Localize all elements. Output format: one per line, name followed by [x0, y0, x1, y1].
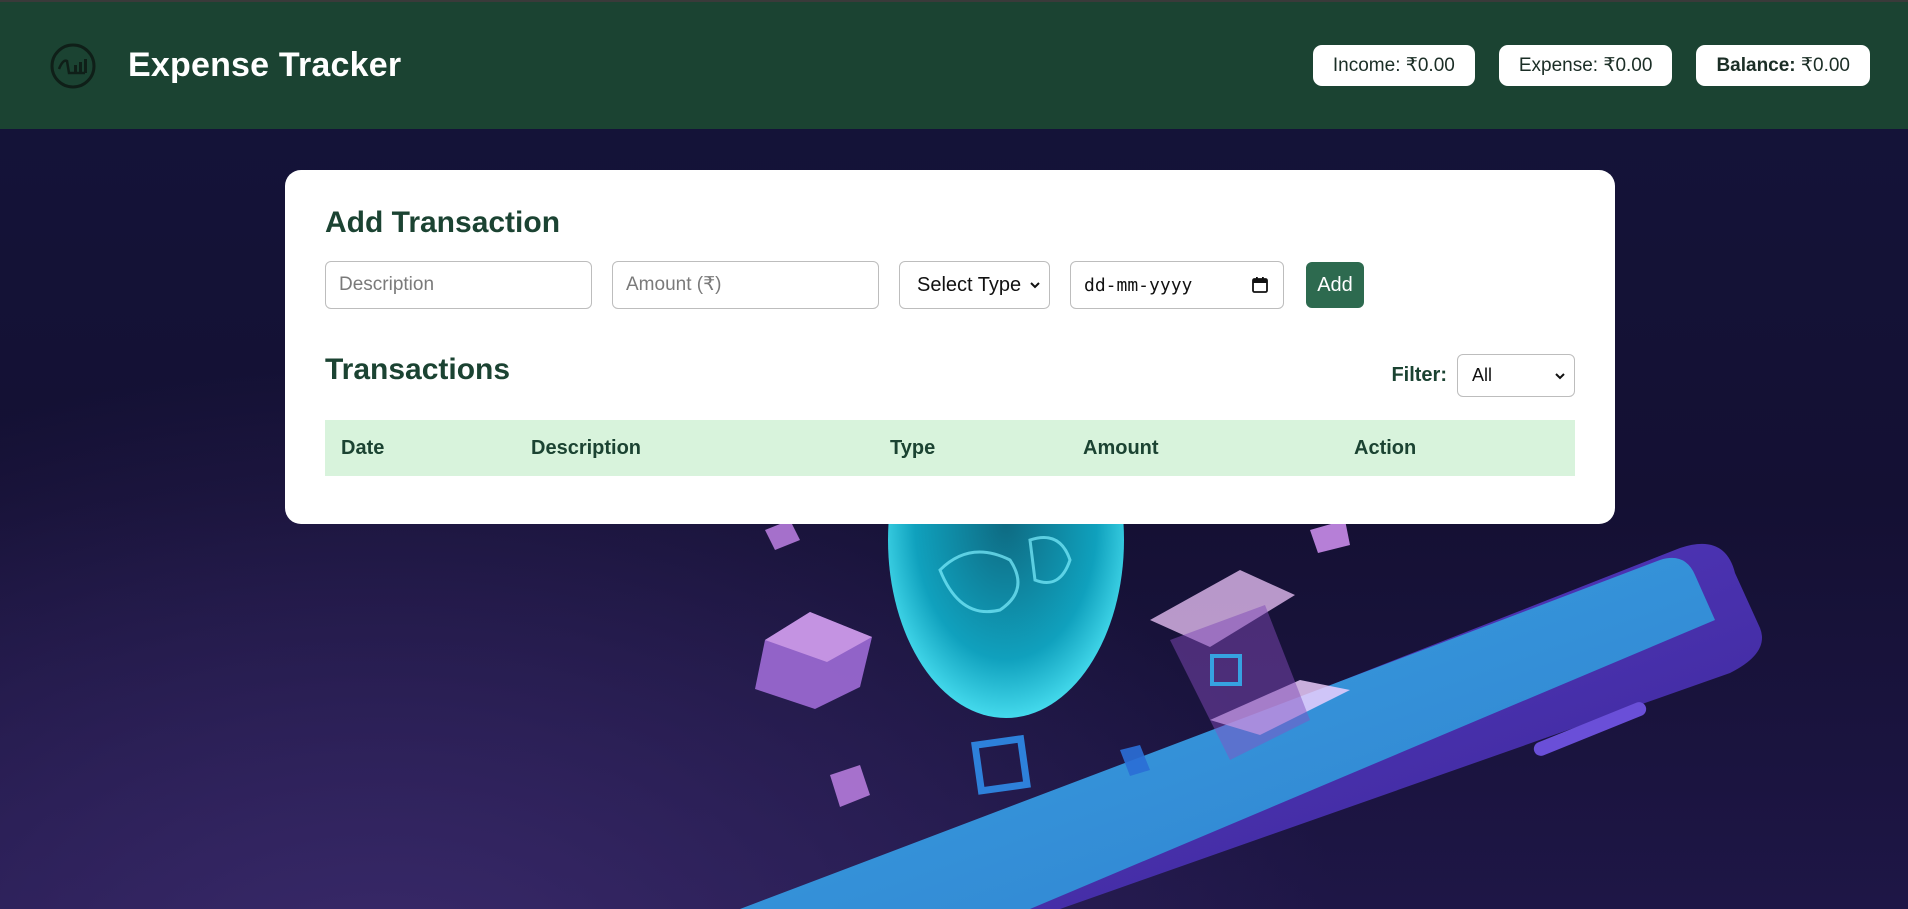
- add-transaction-form: Select Type dd-mm-yyyy Add: [325, 261, 1575, 309]
- column-header-date: Date: [341, 437, 385, 459]
- date-placeholder: dd-mm-yyyy: [1084, 274, 1193, 296]
- income-value: ₹0.00: [1405, 55, 1455, 76]
- type-select-value: Select Type: [917, 273, 1022, 296]
- description-input[interactable]: [325, 261, 592, 309]
- column-header-description: Description: [531, 437, 642, 459]
- transactions-title: Transactions: [325, 352, 511, 386]
- add-button[interactable]: Add: [1306, 262, 1364, 308]
- cube: [1310, 520, 1350, 553]
- chart-coin-logo-icon: [50, 43, 96, 88]
- column-header-type: Type: [890, 437, 936, 459]
- filter-select-value: All: [1472, 365, 1493, 385]
- cube: [765, 520, 800, 550]
- filter-label: Filter:: [1391, 364, 1447, 386]
- expense-stat: Expense: ₹0.00: [1498, 45, 1673, 86]
- type-select[interactable]: Select Type: [899, 261, 1050, 309]
- chevron-down-icon: [1555, 372, 1565, 379]
- filter-group: Filter: All: [1391, 354, 1575, 397]
- expense-label: Expense:: [1518, 54, 1599, 76]
- expense-value: ₹0.00: [1603, 55, 1653, 76]
- cube-outline: [971, 734, 1031, 795]
- balance-value: ₹0.00: [1800, 55, 1850, 76]
- column-header-action: Action: [1354, 437, 1417, 459]
- transaction-card: Add Transaction Select Type dd-mm-yyyy A…: [285, 170, 1615, 524]
- add-transaction-title: Add Transaction: [325, 206, 561, 239]
- app-header: Expense Tracker Income: ₹0.00 Expense: ₹…: [0, 0, 1908, 129]
- summary-stats: Income: ₹0.00 Expense: ₹0.00 Balance: ₹0…: [1312, 45, 1870, 86]
- amount-input[interactable]: [612, 261, 879, 309]
- calendar-icon[interactable]: [1251, 276, 1269, 294]
- balance-label: Balance:: [1716, 54, 1796, 76]
- income-stat: Income: ₹0.00: [1312, 45, 1475, 86]
- column-header-amount: Amount: [1083, 437, 1159, 459]
- income-label: Income:: [1332, 54, 1401, 76]
- filter-select[interactable]: All: [1457, 354, 1575, 397]
- date-input[interactable]: dd-mm-yyyy: [1070, 261, 1284, 309]
- balance-stat: Balance: ₹0.00: [1696, 45, 1870, 86]
- transactions-header: Transactions Filter: All: [325, 342, 1575, 397]
- cube: [830, 765, 870, 807]
- app-title: Expense Tracker: [128, 46, 402, 84]
- chevron-down-icon: [1030, 282, 1040, 289]
- transactions-table-header: Date Description Type Amount Action: [325, 420, 1575, 476]
